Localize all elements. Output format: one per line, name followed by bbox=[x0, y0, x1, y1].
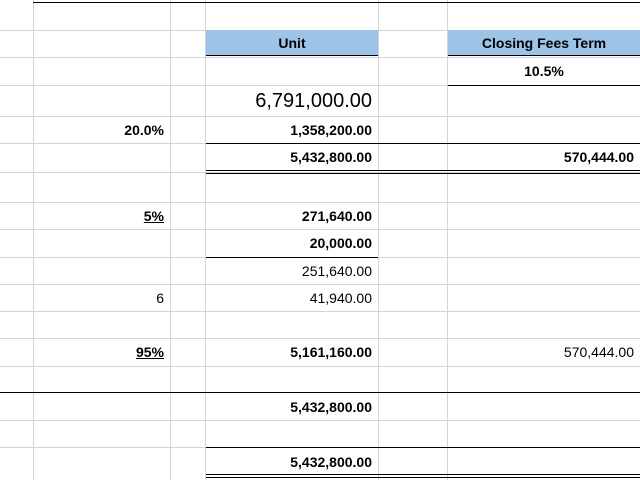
down-payment-amount-cell[interactable]: 1,358,200.00 bbox=[206, 117, 378, 143]
remaining-amount-cell[interactable]: 5,161,160.00 bbox=[206, 339, 378, 365]
double-underline bbox=[206, 170, 640, 174]
remaining-closing-fee-cell[interactable]: 570,444.00 bbox=[448, 339, 640, 365]
closing-rate-cell[interactable]: 10.5% bbox=[448, 58, 640, 84]
down-payment-rate-cell[interactable]: 20.0% bbox=[34, 117, 170, 143]
total-top-border bbox=[0, 392, 640, 393]
net-fee-cell[interactable]: 251,640.00 bbox=[206, 258, 378, 284]
range-top-border bbox=[33, 2, 640, 3]
financed-amount-cell[interactable]: 5,432,800.00 bbox=[206, 144, 378, 170]
column-divider bbox=[170, 0, 171, 480]
installment-count-cell[interactable]: 6 bbox=[34, 285, 170, 311]
installment-amount-cell[interactable]: 41,940.00 bbox=[206, 285, 378, 311]
column-divider bbox=[378, 0, 379, 480]
cell-bottom-border bbox=[448, 85, 640, 86]
total-amount-cell[interactable]: 5,432,800.00 bbox=[206, 394, 378, 420]
deduction-cell[interactable]: 20,000.00 bbox=[206, 230, 378, 256]
double-underline bbox=[206, 474, 640, 478]
spreadsheet-grid: Unit Closing Fees Term 10.5% 6,791,000.0… bbox=[0, 0, 640, 480]
row-divider bbox=[0, 366, 640, 367]
fee-rate-cell[interactable]: 5% bbox=[34, 203, 170, 229]
column-divider bbox=[33, 0, 34, 480]
remaining-rate-cell[interactable]: 95% bbox=[34, 339, 170, 365]
financed-closing-fee-cell[interactable]: 570,444.00 bbox=[448, 144, 640, 170]
row-divider bbox=[0, 311, 640, 312]
fee-amount-cell[interactable]: 271,640.00 bbox=[206, 203, 378, 229]
header-closing-fees-term[interactable]: Closing Fees Term bbox=[448, 30, 640, 56]
grand-total-cell[interactable]: 5,432,800.00 bbox=[206, 449, 378, 475]
unit-price-cell[interactable]: 6,791,000.00 bbox=[206, 86, 378, 116]
header-unit[interactable]: Unit bbox=[206, 30, 378, 56]
row-divider bbox=[0, 420, 640, 421]
cell-top-border bbox=[206, 447, 640, 448]
